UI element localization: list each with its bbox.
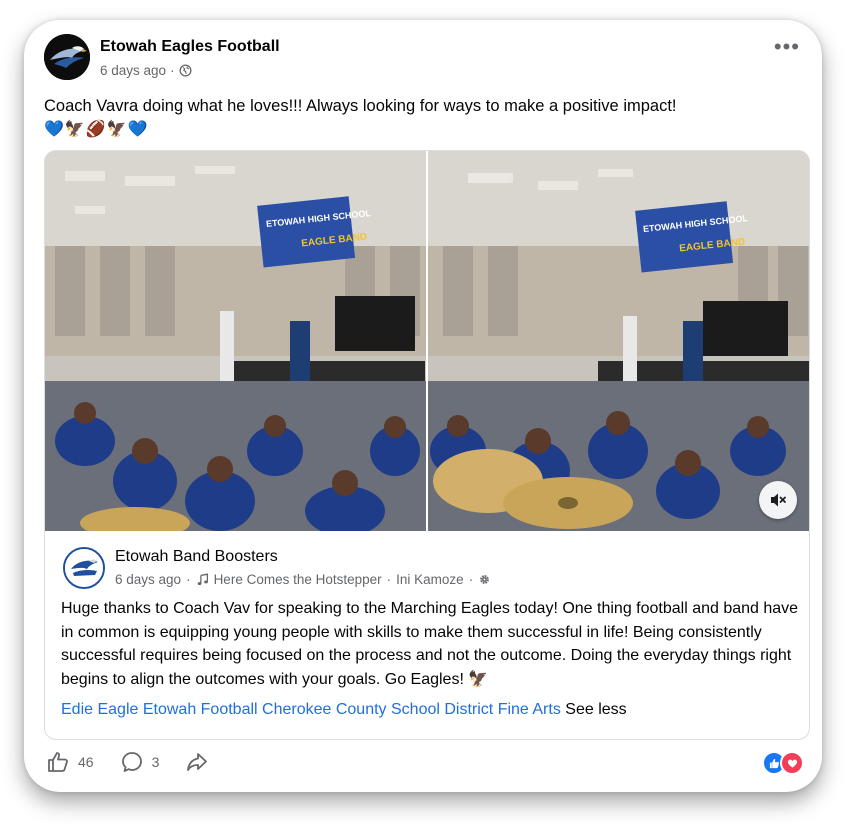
shared-post[interactable]: ETOWAH HIGH SCHOOL EAGLE BAND ETOWAH HIG… (44, 150, 810, 740)
band-logo-icon (65, 549, 103, 587)
tag-row: Edie Eagle Etowah Football Cherokee Coun… (61, 701, 627, 719)
speaker-muted-icon (771, 493, 786, 507)
like-count: 46 (78, 754, 94, 770)
band-room-photo-1[interactable]: ETOWAH HIGH SCHOOL EAGLE BAND (45, 151, 426, 531)
song-title[interactable]: Here Comes the Hotstepper (214, 572, 382, 587)
shared-post-text: Huge thanks to Coach Vav for speaking to… (61, 600, 799, 688)
shared-page-name[interactable]: Etowah Band Boosters (115, 548, 278, 566)
meta-separator: · (468, 572, 474, 587)
caption-text: Coach Vavra doing what he loves!!! Alway… (44, 97, 677, 115)
tag-etowah-football[interactable]: Etowah Football (143, 701, 258, 718)
shared-post-time[interactable]: 6 days ago (115, 572, 181, 587)
comment-count: 3 (151, 754, 160, 770)
band-room-image: ETOWAH HIGH SCHOOL EAGLE BAND (45, 151, 426, 531)
shared-post-meta: 6 days ago · Here Comes the Hotstepper ·… (115, 572, 491, 587)
thumbs-up-icon (48, 752, 68, 772)
photo-grid[interactable]: ETOWAH HIGH SCHOOL EAGLE BAND ETOWAH HIG… (45, 151, 809, 531)
caption-emojis: 💙🦅🏈🦅💙 (44, 121, 149, 138)
page-name[interactable]: Etowah Eagles Football (100, 38, 280, 56)
comment-bubble-icon (121, 752, 142, 772)
meta-separator: · (170, 63, 175, 78)
shared-page-avatar[interactable] (63, 547, 105, 589)
like-button[interactable]: 46 (46, 750, 94, 774)
globe-icon (179, 64, 192, 77)
action-bar: 46 3 (46, 750, 235, 774)
meta-separator: · (186, 572, 191, 587)
eagle-logo-icon (44, 34, 90, 80)
share-button[interactable] (185, 750, 209, 774)
gear-icon (480, 575, 490, 584)
music-note-icon (197, 573, 208, 586)
more-options-icon: ••• (773, 34, 800, 59)
reaction-summary[interactable] (762, 751, 804, 775)
share-arrow-icon (187, 753, 208, 771)
comment-button[interactable]: 3 (120, 750, 160, 774)
song-artist[interactable]: Ini Kamoze (396, 572, 464, 587)
love-reaction-icon (780, 751, 804, 775)
meta-separator: · (386, 572, 392, 587)
band-room-image: ETOWAH HIGH SCHOOL EAGLE BAND (428, 151, 809, 531)
mute-button[interactable] (759, 481, 797, 519)
post-meta: 6 days ago · (100, 63, 192, 78)
tag-edie-eagle[interactable]: Edie Eagle (61, 701, 138, 718)
tag-ccsd-fine-arts[interactable]: Cherokee County School District Fine Art… (262, 701, 561, 718)
more-options-button[interactable]: ••• (774, 36, 800, 58)
see-less-link[interactable]: See less (565, 701, 626, 718)
post-caption: Coach Vavra doing what he loves!!! Alway… (44, 94, 677, 142)
post-card: Etowah Eagles Football 6 days ago · ••• … (24, 20, 822, 792)
band-room-photo-2[interactable]: ETOWAH HIGH SCHOOL EAGLE BAND (428, 151, 809, 531)
post-time[interactable]: 6 days ago (100, 63, 166, 78)
page-avatar[interactable] (44, 34, 90, 80)
